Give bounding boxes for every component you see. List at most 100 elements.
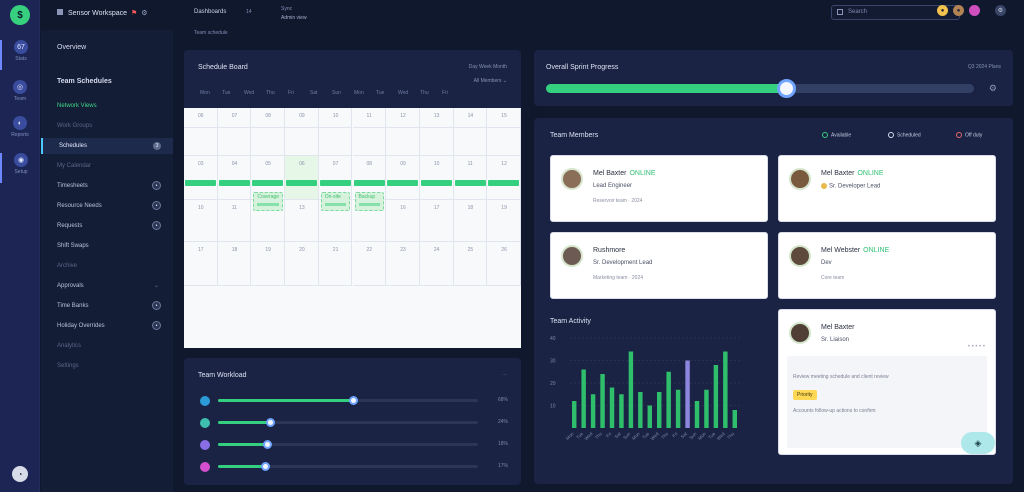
member-card[interactable]: Mel Baxter ONLINE Lead Engineer Reservoir… bbox=[550, 155, 768, 222]
calendar-day-cell[interactable] bbox=[352, 128, 387, 156]
member-card[interactable]: Rushmore Sr. Development Lead Marketing … bbox=[550, 232, 768, 299]
progress-track[interactable] bbox=[546, 79, 974, 98]
calendar-day-cell[interactable]: 06 bbox=[184, 108, 218, 128]
side-nav-item[interactable]: Settings bbox=[41, 358, 173, 374]
chart-bar[interactable] bbox=[675, 389, 681, 428]
calendar-event[interactable]: On-site bbox=[320, 192, 351, 211]
side-nav-item[interactable]: Work Groups bbox=[41, 118, 173, 134]
rail-item-stats[interactable]: 67 Stats bbox=[0, 40, 40, 70]
more-icon[interactable]: ⋯ bbox=[502, 372, 507, 378]
side-nav-item[interactable]: Network Views bbox=[41, 98, 173, 114]
calendar-day-cell[interactable]: 09 bbox=[285, 108, 319, 128]
gear-icon[interactable]: ⚙ bbox=[989, 83, 997, 94]
workload-handle[interactable] bbox=[263, 440, 273, 449]
chevron-down-icon[interactable]: ⌄ bbox=[154, 278, 159, 294]
chat-icon[interactable]: ◈ bbox=[961, 432, 995, 454]
calendar-day-cell[interactable]: 10 bbox=[318, 108, 353, 128]
calendar-day-cell[interactable]: 19 bbox=[487, 200, 521, 242]
view-label[interactable]: Admin view bbox=[281, 15, 307, 21]
calendar-day-cell[interactable]: 09 bbox=[386, 156, 420, 200]
calendar-day-cell[interactable]: 26 bbox=[487, 242, 521, 286]
chart-bar[interactable] bbox=[600, 374, 605, 428]
workload-row[interactable]: 24% bbox=[198, 416, 508, 430]
calendar-day-cell[interactable]: 17 bbox=[419, 200, 454, 242]
chart-bar[interactable] bbox=[732, 410, 737, 428]
workload-track[interactable] bbox=[218, 440, 478, 449]
breadcrumb[interactable]: Sensor Workspace ⚑ ⚙ bbox=[57, 9, 148, 17]
chart-bar[interactable] bbox=[647, 405, 652, 429]
calendar-day-cell[interactable]: 18 bbox=[453, 200, 488, 242]
side-nav-item[interactable]: Resource Needs • bbox=[41, 198, 173, 214]
calendar-event[interactable]: Coverage bbox=[253, 192, 284, 211]
workload-track[interactable] bbox=[218, 396, 478, 405]
calendar-day-cell[interactable]: 19 bbox=[251, 242, 286, 286]
side-nav-item[interactable]: Time Banks • bbox=[41, 298, 173, 314]
search-input[interactable]: Search bbox=[848, 9, 867, 15]
calendar-day-cell[interactable]: 16 bbox=[386, 200, 420, 242]
settings-icon[interactable]: ⚙ bbox=[995, 5, 1006, 16]
member-detail-card[interactable]: Mel Baxter Sr. Liaison • • • • • Review … bbox=[778, 309, 996, 455]
chart-bar[interactable] bbox=[638, 392, 643, 428]
chart-bar[interactable] bbox=[590, 394, 596, 428]
calendar-day-cell[interactable]: 11 bbox=[217, 200, 252, 242]
side-nav-item[interactable]: Shift Swaps bbox=[41, 238, 173, 254]
member-card[interactable]: Mel Baxter ONLINE Sr. Developer Lead bbox=[778, 155, 996, 222]
status-dot-icon[interactable] bbox=[969, 5, 980, 16]
workload-handle[interactable] bbox=[349, 396, 359, 405]
shift-segment[interactable] bbox=[218, 180, 250, 186]
calendar-day-cell[interactable]: 12 bbox=[487, 156, 521, 200]
workload-row[interactable]: 18% bbox=[198, 438, 508, 452]
shift-segment[interactable] bbox=[353, 180, 385, 186]
more-icon[interactable]: • • • • • bbox=[968, 344, 985, 350]
shift-segment[interactable] bbox=[286, 180, 318, 186]
calendar-event[interactable]: Backup bbox=[354, 192, 385, 211]
chart-bar[interactable] bbox=[694, 401, 700, 428]
calendar-day-cell[interactable]: 15 bbox=[487, 108, 521, 128]
shift-segment[interactable] bbox=[319, 180, 351, 186]
calendar-day-cell[interactable]: 18 bbox=[217, 242, 252, 286]
side-nav-item[interactable]: Requests • bbox=[41, 218, 173, 234]
shift-segment[interactable] bbox=[252, 180, 284, 186]
calendar-day-cell[interactable]: 14 bbox=[453, 108, 488, 128]
shift-segment[interactable] bbox=[454, 180, 486, 186]
calendar-day-cell[interactable]: 24 bbox=[419, 242, 454, 286]
chart-bar[interactable] bbox=[581, 369, 586, 429]
view-switcher[interactable]: Day Week Month bbox=[469, 64, 507, 70]
sync-label[interactable]: Sync bbox=[281, 6, 292, 12]
chart-bar[interactable] bbox=[666, 371, 671, 428]
app-logo[interactable]: $ bbox=[10, 5, 30, 25]
chart-bar[interactable] bbox=[704, 389, 709, 428]
chart-bar[interactable] bbox=[619, 394, 624, 428]
side-nav-item[interactable]: My Calendar bbox=[41, 158, 173, 174]
calendar-day-cell[interactable] bbox=[318, 128, 353, 156]
calendar-day-cell[interactable] bbox=[419, 128, 454, 156]
rail-item-team[interactable]: ◎ Team bbox=[0, 80, 40, 110]
chart-bar[interactable] bbox=[723, 351, 728, 429]
calendar-day-cell[interactable]: 22 bbox=[352, 242, 387, 286]
calendar-day-cell[interactable]: 12 bbox=[386, 108, 420, 128]
calendar-day-cell[interactable] bbox=[217, 128, 252, 156]
notification-icon[interactable]: ● bbox=[937, 5, 948, 16]
chart-bar[interactable] bbox=[657, 392, 662, 428]
calendar-day-cell[interactable]: 23 bbox=[386, 242, 420, 286]
progress-range[interactable]: Q3 2024 Plans bbox=[968, 64, 1001, 70]
workload-row[interactable]: 68% bbox=[198, 394, 508, 408]
rail-item-setup[interactable]: ◉ Setup bbox=[0, 153, 40, 183]
calendar-day-cell[interactable]: 06 bbox=[285, 156, 319, 200]
calendar-day-cell[interactable] bbox=[184, 128, 218, 156]
calendar-day-cell[interactable]: 07 bbox=[217, 108, 252, 128]
calendar-day-cell[interactable] bbox=[453, 128, 488, 156]
calendar-day-cell[interactable]: 17 bbox=[184, 242, 218, 286]
chart-bar[interactable] bbox=[628, 351, 634, 429]
gear-icon[interactable]: ⚙ bbox=[141, 10, 147, 17]
side-nav-item[interactable]: Timesheets • bbox=[41, 178, 173, 194]
calendar-day-cell[interactable]: 11 bbox=[352, 108, 387, 128]
calendar-day-cell[interactable]: 13 bbox=[285, 200, 319, 242]
side-nav-item[interactable]: Archive bbox=[41, 258, 173, 274]
shift-segment[interactable] bbox=[488, 180, 520, 186]
calendar-day-cell[interactable]: 20 bbox=[285, 242, 319, 286]
calendar-day-cell[interactable]: 21 bbox=[318, 242, 353, 286]
calendar-day-cell[interactable]: 13 bbox=[419, 108, 454, 128]
calendar-day-cell[interactable] bbox=[251, 128, 286, 156]
member-filter[interactable]: All Members ⌄ bbox=[474, 78, 507, 84]
